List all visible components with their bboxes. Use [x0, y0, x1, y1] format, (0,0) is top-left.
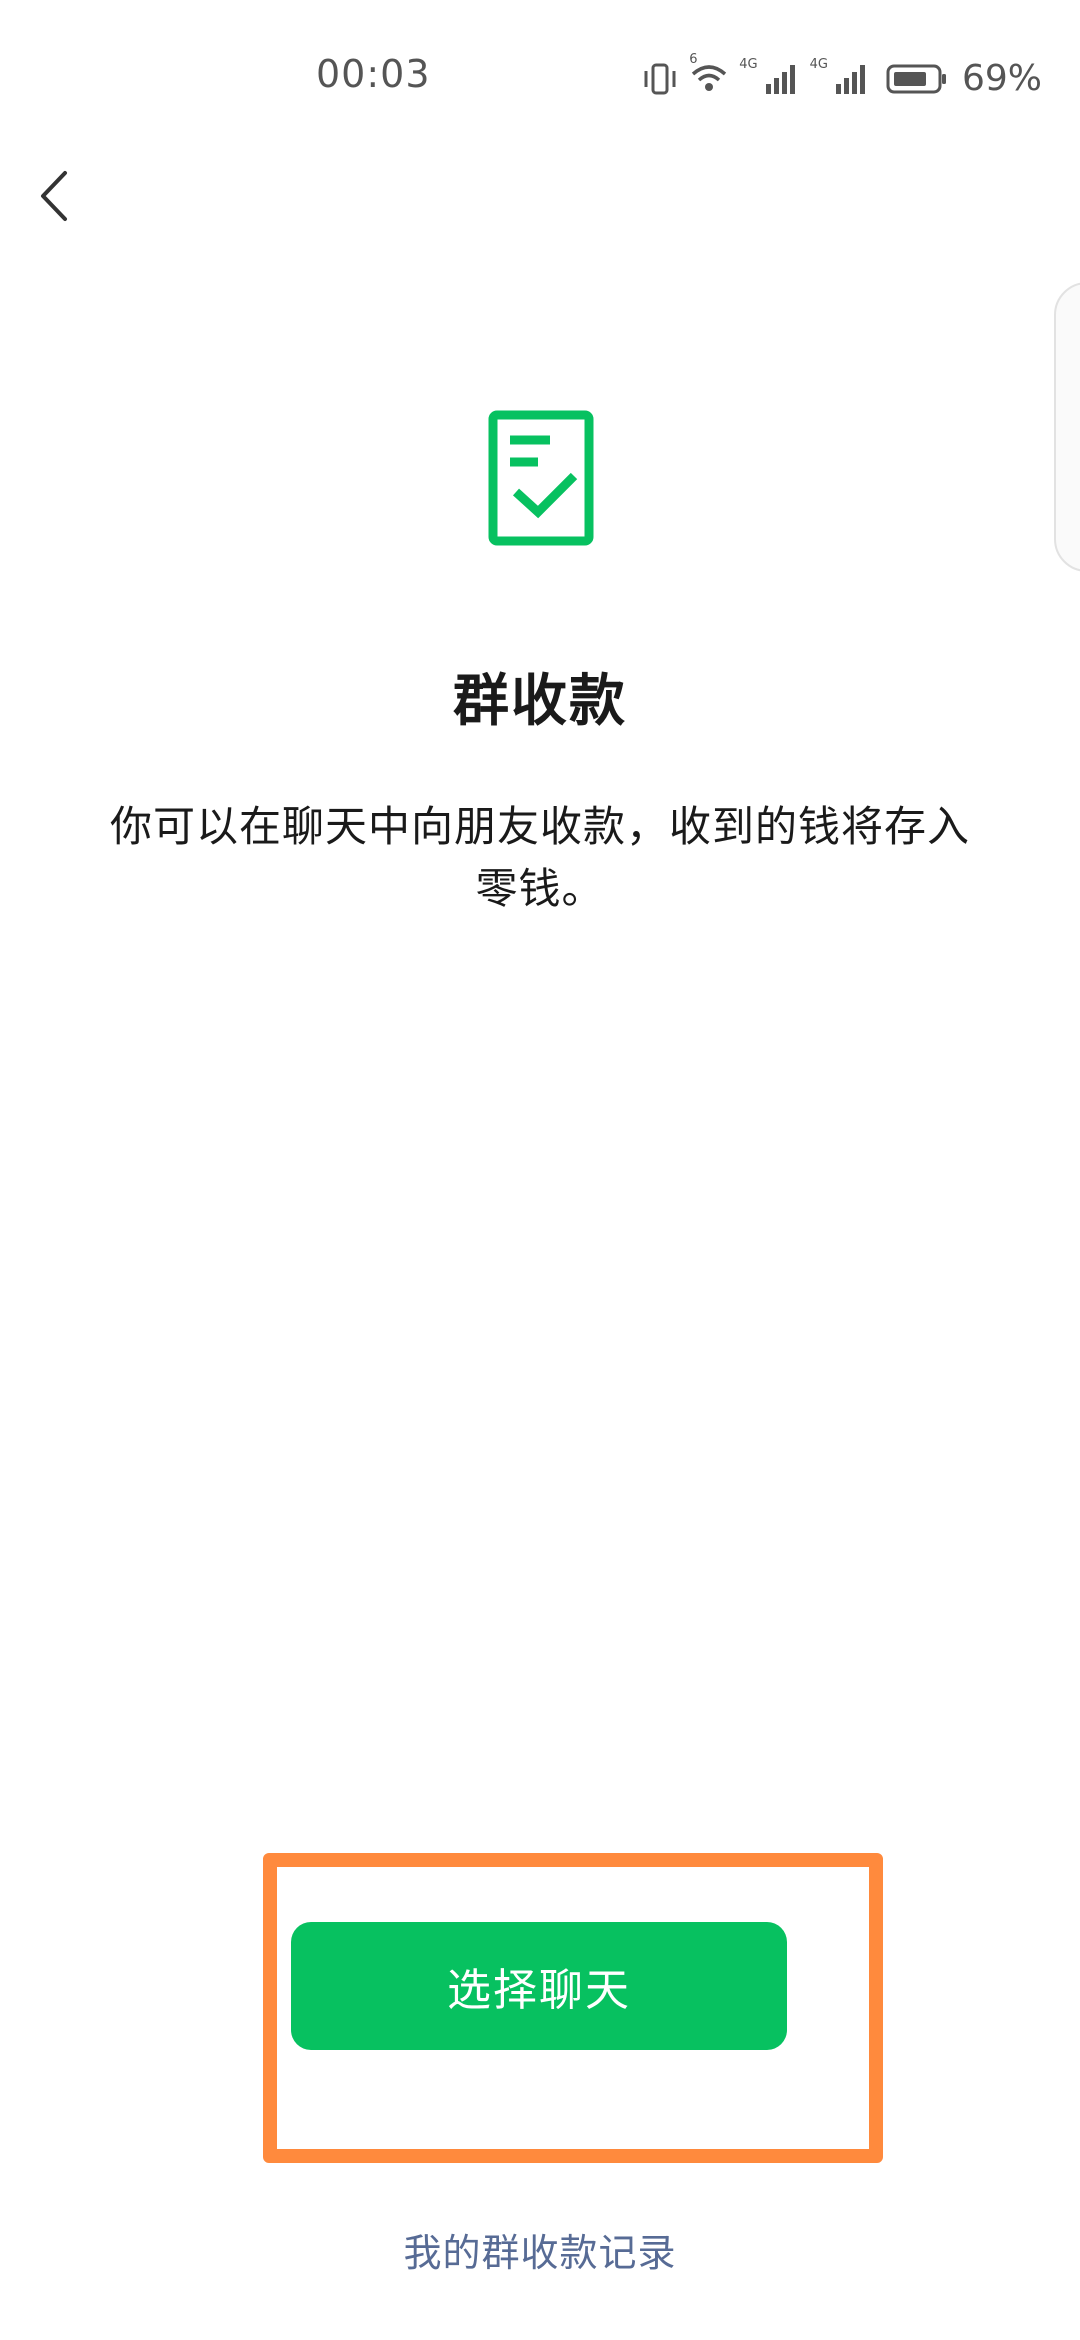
page-title: 群收款 — [453, 669, 627, 734]
group-collection-history-link[interactable]: 我的群收款记录 — [0, 2222, 1080, 2277]
status-time: 00:03 — [316, 52, 431, 96]
signal-label-2: 4G — [809, 57, 828, 72]
wifi-label: 6 — [689, 51, 698, 67]
chevron-left-icon — [41, 171, 67, 221]
document-check-icon — [488, 410, 594, 546]
battery-icon — [886, 64, 946, 93]
status-bar: 00:03 6 4G 4G 69% — [0, 0, 1080, 150]
back-button[interactable] — [28, 160, 80, 232]
description-text: 你可以在聊天中向朋友收款，收到的钱将存入零钱。 — [109, 802, 970, 913]
wifi-icon: 6 — [689, 52, 729, 98]
signal-label-1: 4G — [739, 57, 758, 72]
signal-4g-icon — [765, 64, 795, 94]
status-icons: 6 4G 4G 69% — [641, 52, 1042, 99]
signal-4g-icon — [835, 64, 865, 94]
select-chat-button[interactable]: 选择聊天 — [291, 1922, 787, 2050]
edge-drawer-handle[interactable] — [1054, 282, 1080, 572]
vibrate-icon — [644, 63, 676, 94]
battery-percent: 69% — [961, 58, 1042, 99]
